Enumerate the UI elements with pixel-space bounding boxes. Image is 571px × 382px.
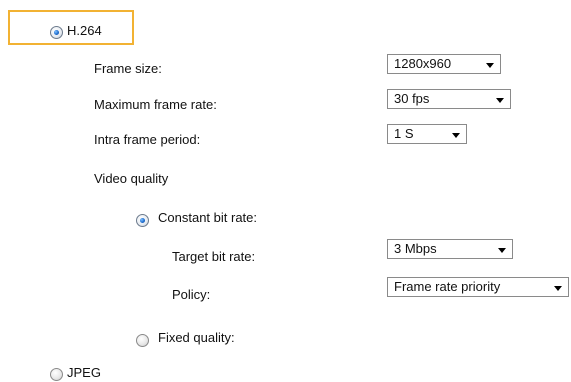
radio-selected-dot [54, 30, 59, 35]
fixed-quality-radio[interactable] [136, 334, 149, 347]
intra-frame-period-select[interactable]: 1 S [387, 124, 467, 144]
policy-select[interactable]: Frame rate priority [387, 277, 569, 297]
target-bit-rate-value: 3 Mbps [394, 241, 437, 256]
max-frame-rate-select[interactable]: 30 fps [387, 89, 511, 109]
chevron-down-icon [498, 248, 506, 253]
constant-bit-rate-radio[interactable] [136, 214, 149, 227]
max-frame-rate-label: Maximum frame rate: [94, 97, 217, 112]
h264-label: H.264 [67, 23, 102, 38]
video-quality-label: Video quality [94, 171, 169, 186]
chevron-down-icon [496, 98, 504, 103]
policy-value: Frame rate priority [394, 279, 501, 294]
max-frame-rate-value: 30 fps [394, 91, 430, 106]
fixed-quality-label: Fixed quality: [158, 330, 235, 345]
jpeg-radio[interactable] [50, 368, 63, 381]
frame-size-label: Frame size: [94, 61, 162, 76]
radio-selected-dot [140, 218, 145, 223]
policy-label: Policy: [172, 287, 211, 302]
intra-frame-period-label: Intra frame period: [94, 132, 201, 147]
target-bit-rate-select[interactable]: 3 Mbps [387, 239, 513, 259]
target-bit-rate-label: Target bit rate: [172, 249, 256, 264]
chevron-down-icon [486, 63, 494, 68]
chevron-down-icon [452, 133, 460, 138]
constant-bit-rate-label: Constant bit rate: [158, 210, 257, 225]
frame-size-value: 1280x960 [394, 56, 452, 71]
intra-frame-period-value: 1 S [394, 126, 414, 141]
chevron-down-icon [554, 286, 562, 291]
h264-radio[interactable] [50, 26, 63, 39]
frame-size-select[interactable]: 1280x960 [387, 54, 501, 74]
jpeg-label: JPEG [67, 365, 101, 380]
